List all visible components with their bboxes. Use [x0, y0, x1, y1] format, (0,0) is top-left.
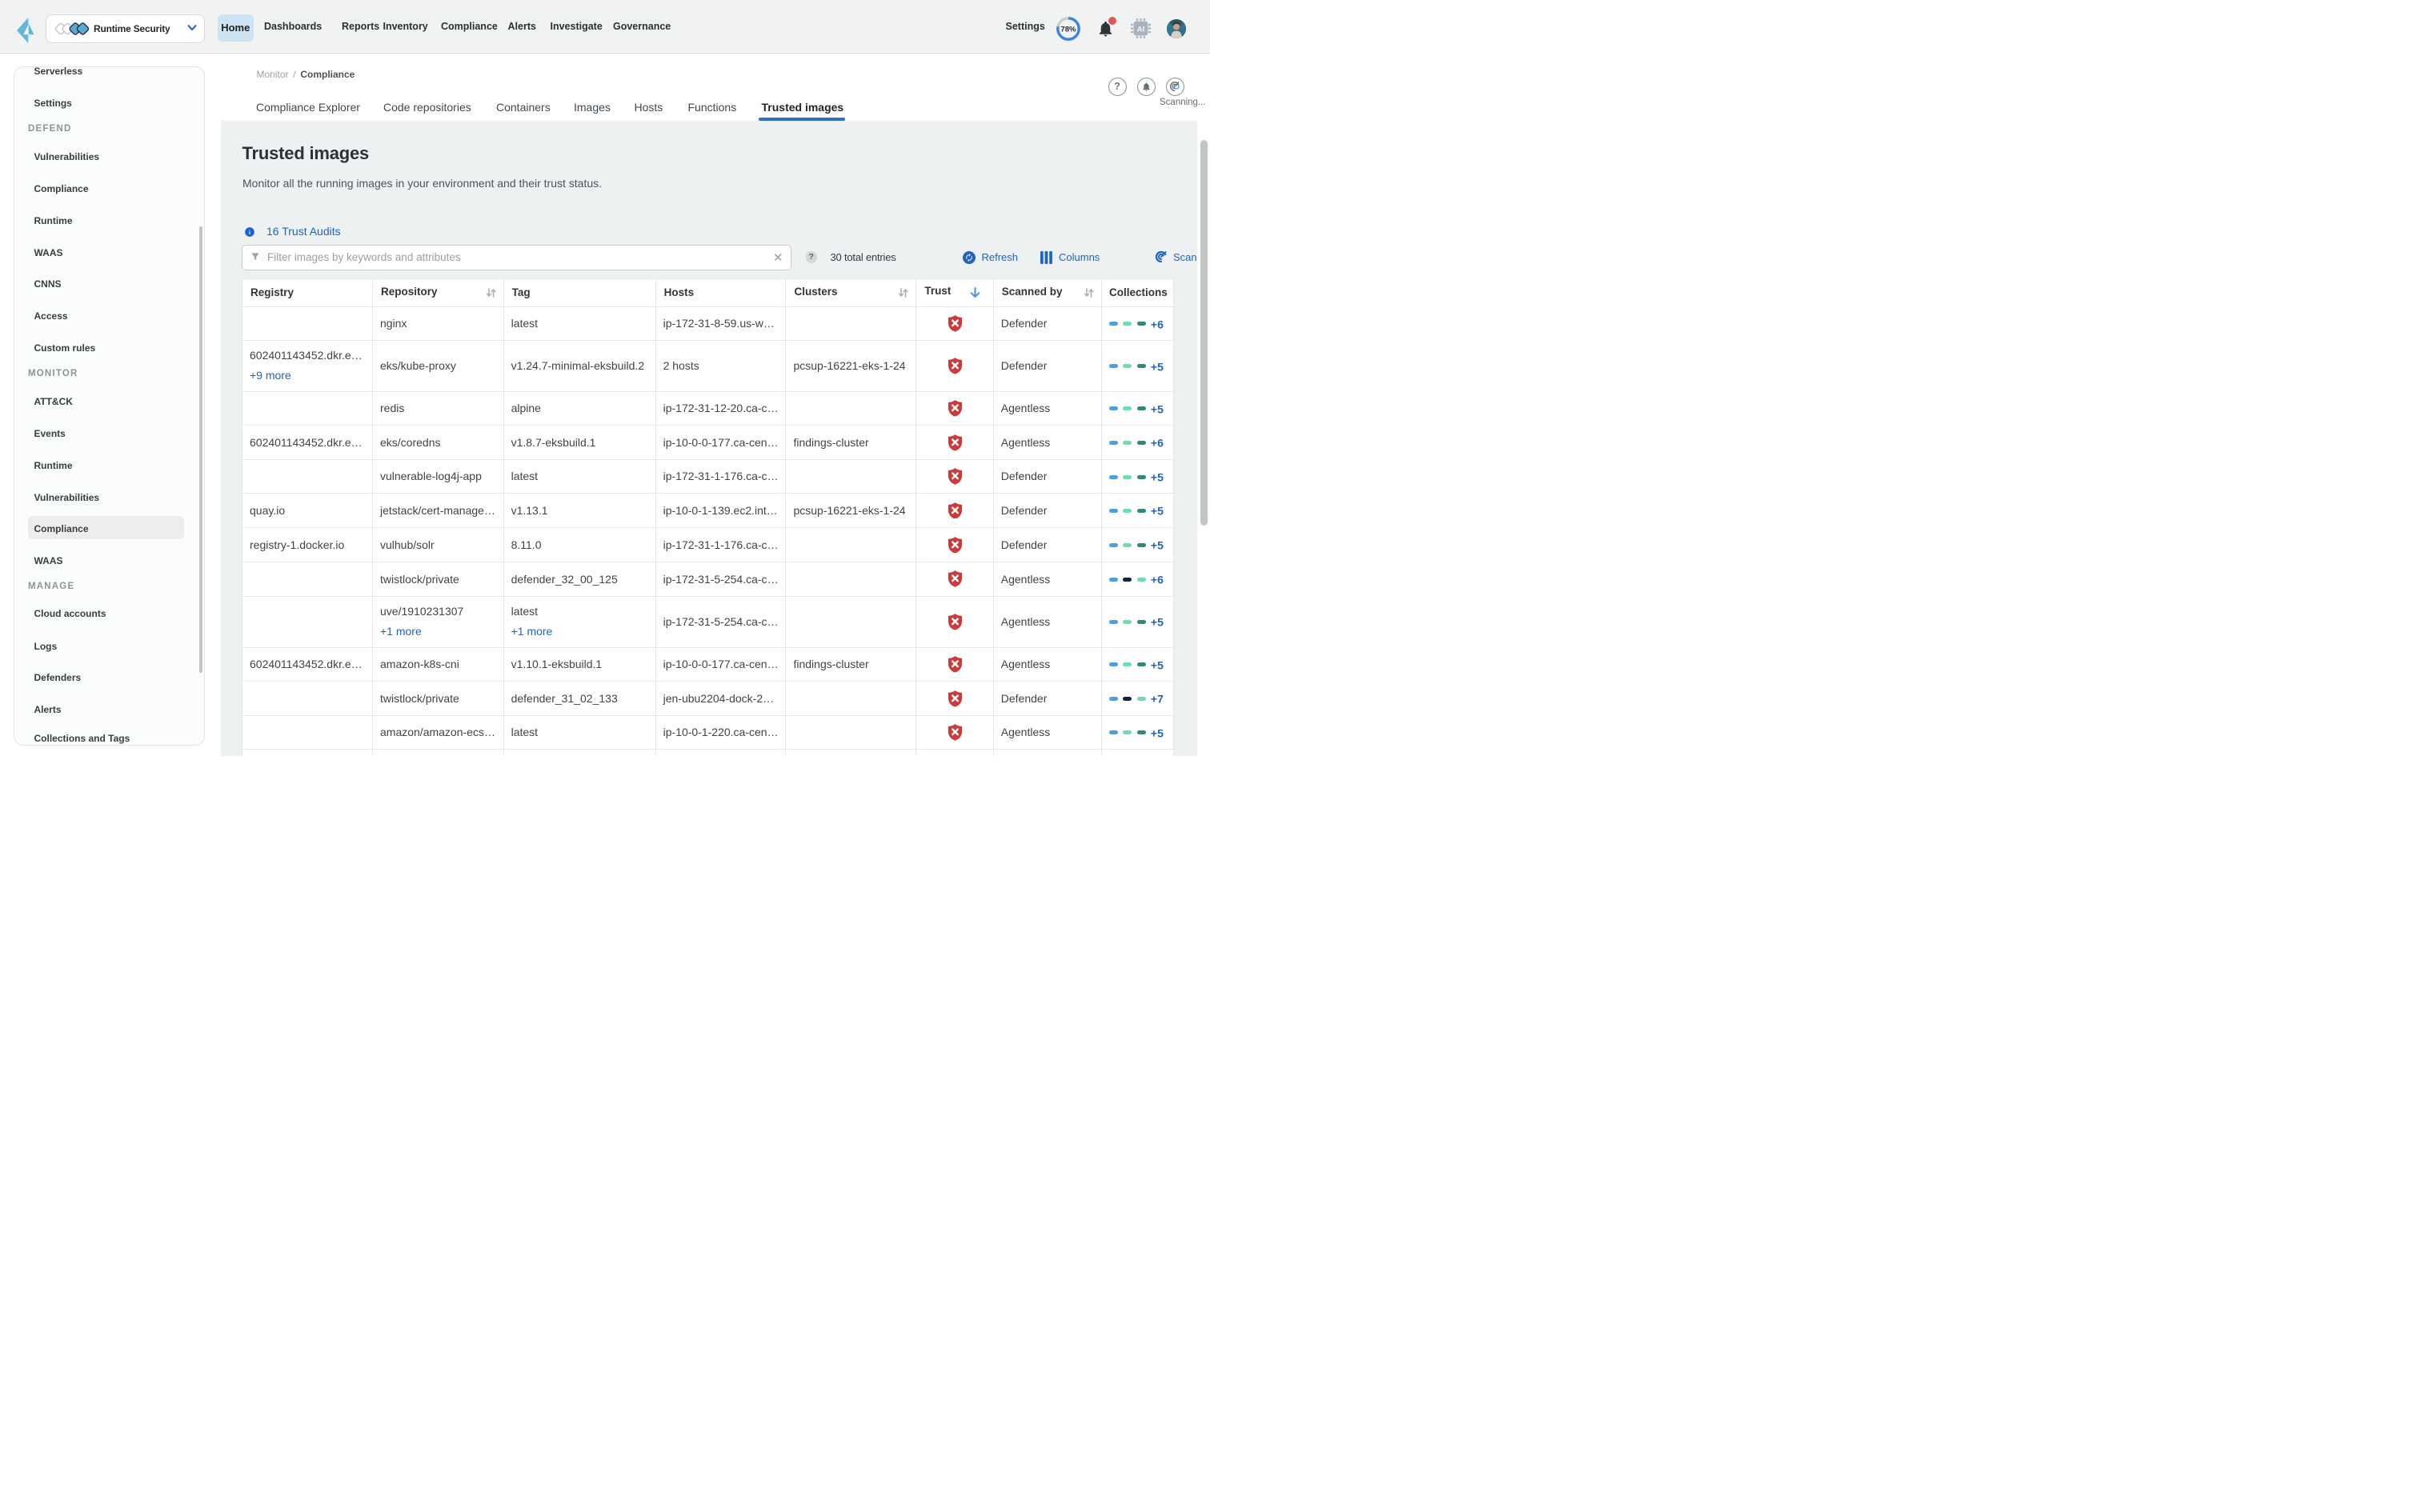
svg-text:78%: 78%	[1060, 25, 1076, 34]
svg-text:AI: AI	[1136, 25, 1144, 34]
